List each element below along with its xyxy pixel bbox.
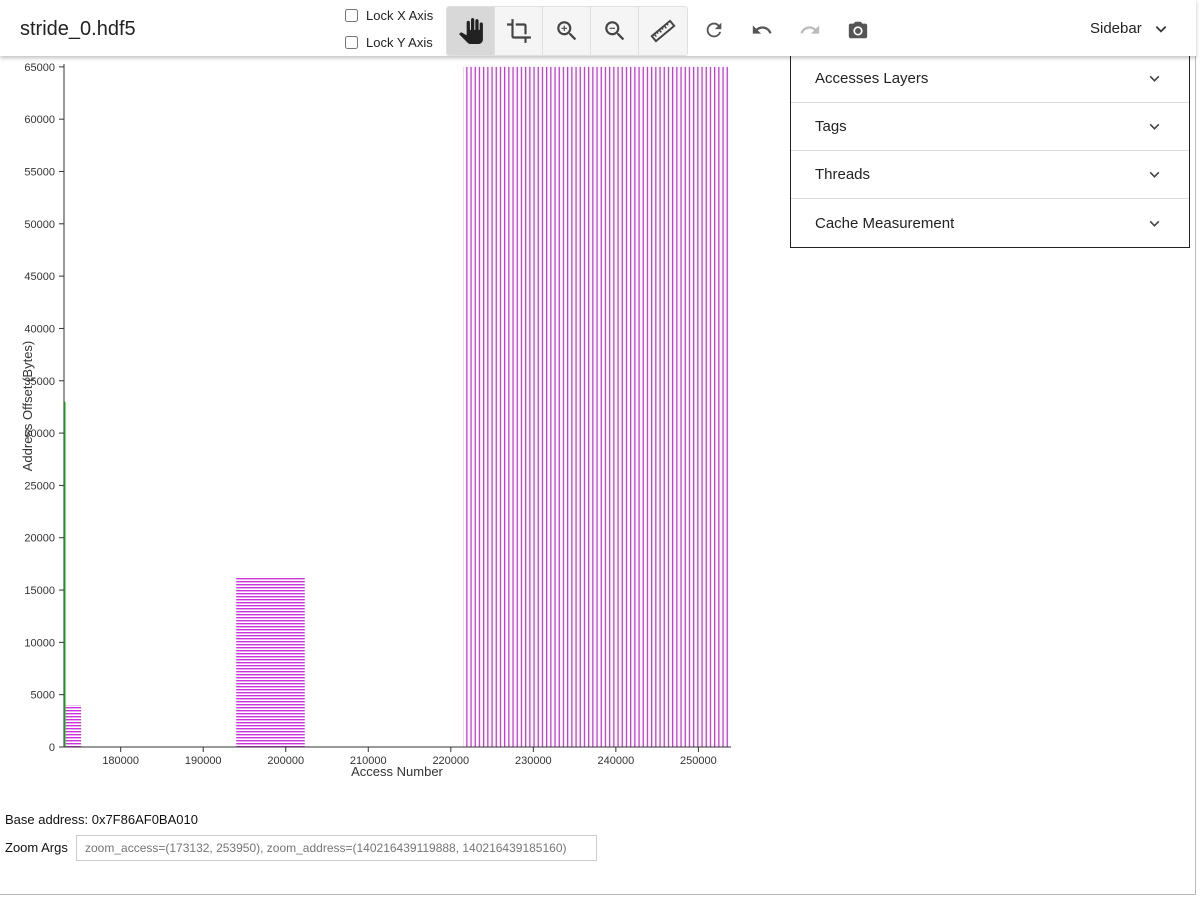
sidebar-toggle-label: Sidebar [1090,20,1142,37]
tool-group [446,6,688,56]
lock-y-checkbox[interactable] [345,36,358,49]
lock-y-label: Lock Y Axis [366,35,433,50]
undo-icon [752,25,772,34]
pan-tool-button[interactable] [447,7,495,55]
access-block-2 [236,576,305,747]
lock-x-label: Lock X Axis [366,8,434,23]
zoom-args-input[interactable] [76,835,597,861]
redo-icon [800,25,820,34]
y-tick-label: 40000 [24,323,55,335]
x-tick-label: 200000 [267,755,304,767]
y-tick-label: 10000 [24,637,55,649]
zoom-out-icon [604,21,624,41]
access-plot[interactable]: 180000 190000 200000 210000 220000 230000 2400… [0,56,790,786]
y-tick-label: 25000 [24,480,55,492]
y-tick-label: 50000 [24,219,55,231]
y-axis-title: Address Offset (Bytes) [20,341,35,472]
chevron-down-icon [1149,171,1160,178]
pan-icon [458,18,483,44]
y-tick-label: 65000 [24,62,55,74]
sidebar-toggle[interactable]: Sidebar [1090,20,1168,37]
access-block-1 [65,705,82,747]
zoom-in-tool-button[interactable] [543,7,591,55]
redo-button[interactable] [786,6,834,54]
undo-button[interactable] [738,6,786,54]
lock-x-axis[interactable]: Lock X Axis [345,8,433,23]
zoom-out-tool-button[interactable] [591,7,639,55]
zoom-args-label: Zoom Args [5,840,68,855]
crop-tool-button[interactable] [495,7,543,55]
refresh-button[interactable] [690,6,738,54]
x-tick-label: 240000 [598,755,635,767]
y-tick-label: 55000 [24,166,55,178]
x-tick-label: 250000 [680,755,717,767]
toolbar: stride_0.hdf5 Lock X Axis Lock Y Axis Si… [0,0,1196,56]
sidebar-item-label: Tags [815,118,847,135]
lock-y-axis[interactable]: Lock Y Axis [345,35,433,50]
ruler-icon [650,19,676,43]
chevron-down-icon [1149,123,1160,130]
sidebar-item-label: Accesses Layers [815,70,929,87]
lock-x-checkbox[interactable] [345,9,358,22]
y-tick-label: 60000 [24,114,55,126]
sidebar-item-label: Cache Measurement [815,214,955,232]
x-tick-label: 230000 [515,755,552,767]
chevron-down-icon [1149,75,1160,82]
sidebar-item-label: Threads [815,166,871,183]
camera-icon [848,21,868,39]
y-tick-label: 20000 [24,533,55,545]
ruler-tool-button[interactable] [639,7,687,55]
file-title: stride_0.hdf5 [20,18,136,40]
y-tick-label: 45000 [24,271,55,283]
screenshot-button[interactable] [834,6,882,54]
sidebar-item-tags[interactable]: Tags [791,103,1189,151]
x-tick-label: 190000 [185,755,222,767]
crop-icon [506,19,531,43]
sidebar-item-cache-measurement[interactable]: Cache Measurement [791,199,1189,247]
sidebar-panel: Accesses Layers Tags Threads Cache Measu… [790,54,1190,248]
base-address: Base address: 0x7F86AF0BA010 [5,812,198,827]
chevron-down-icon [1155,25,1166,33]
zoom-in-icon [556,21,576,41]
sidebar-item-threads[interactable]: Threads [791,151,1189,199]
y-tick-label: 0 [49,742,55,754]
chevron-down-icon [1149,220,1160,227]
access-block-3 [463,66,730,747]
x-tick-label: 180000 [102,755,139,767]
y-tick-label: 5000 [31,690,55,702]
sidebar-item-accesses-layers[interactable]: Accesses Layers [791,55,1189,103]
y-tick-label: 15000 [24,585,55,597]
refresh-icon [706,22,722,38]
x-axis-title: Access Number [351,764,443,779]
